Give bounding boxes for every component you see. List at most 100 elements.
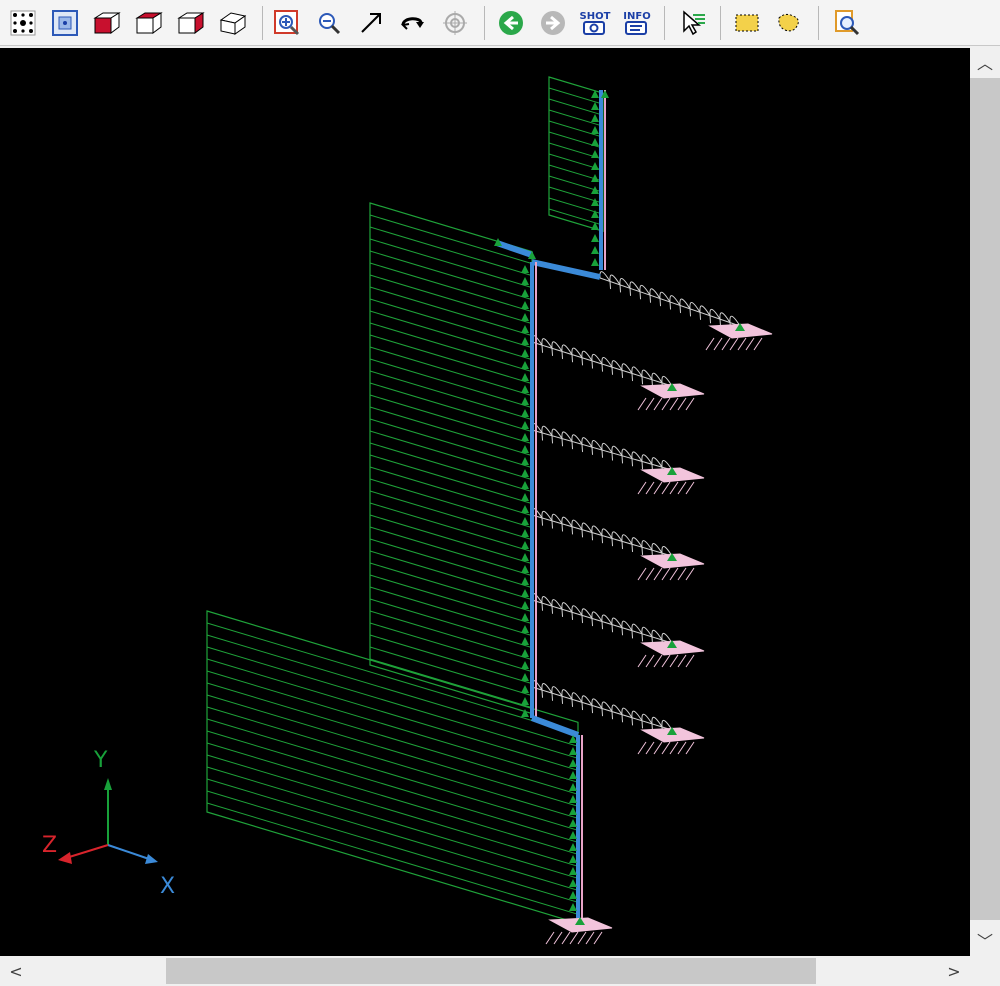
node-marker — [569, 879, 577, 887]
select-pointer-icon[interactable] — [676, 6, 710, 40]
load-hatch-line — [369, 466, 533, 517]
support-hatch — [637, 654, 647, 668]
load-hatch-line — [369, 622, 533, 673]
node-marker — [521, 541, 529, 549]
axis-label-y: Y — [93, 748, 108, 773]
support-hatch — [713, 337, 723, 351]
support-hatch — [745, 337, 755, 351]
node-marker — [521, 433, 529, 441]
support-hatch — [661, 741, 671, 755]
support-hatch — [561, 931, 571, 945]
node-marker — [521, 517, 529, 525]
node-marker — [521, 589, 529, 597]
horizontal-scroll-thumb[interactable] — [166, 958, 816, 984]
load-hatch-diagram — [206, 76, 604, 925]
load-hatch-line — [206, 802, 579, 915]
node-marker — [521, 673, 529, 681]
load-hatch-line — [369, 226, 533, 277]
model-viewport[interactable]: Y X Z — [0, 48, 970, 956]
node-markers — [494, 90, 609, 911]
horizontal-scrollbar[interactable]: < > — [0, 956, 970, 986]
shot-icon[interactable]: SHOT — [578, 6, 612, 40]
select-lasso-icon[interactable] — [772, 6, 806, 40]
node-marker — [521, 649, 529, 657]
frame-members — [496, 90, 606, 918]
node-marker — [569, 795, 577, 803]
load-hatch-line — [369, 502, 533, 553]
view-top-icon[interactable] — [132, 6, 166, 40]
support-hatch — [653, 654, 663, 668]
load-hatch-line — [369, 346, 533, 397]
load-hatch-line — [369, 286, 533, 337]
info-label: INFO — [623, 11, 650, 22]
node-marker — [521, 301, 529, 309]
node-marker — [521, 397, 529, 405]
node-marker — [521, 481, 529, 489]
structural-model-canvas[interactable]: Y X Z — [0, 48, 970, 956]
support-hatch — [685, 741, 695, 755]
node-marker — [591, 258, 599, 266]
node-marker — [569, 831, 577, 839]
zoom-window-icon[interactable] — [270, 6, 304, 40]
view-iso-icon[interactable] — [216, 6, 250, 40]
load-hatch-line — [206, 766, 579, 879]
load-hatch-line — [206, 694, 579, 807]
support-hatch — [753, 337, 763, 351]
toolbar: SHOT INFO — [0, 0, 1000, 46]
node-marker — [521, 553, 529, 561]
spring-axis — [531, 514, 673, 557]
node-marker — [521, 385, 529, 393]
support-hatch — [653, 397, 663, 411]
info-icon[interactable]: INFO — [620, 6, 654, 40]
node-marker — [521, 421, 529, 429]
rotate-icon[interactable] — [396, 6, 430, 40]
scroll-down-arrow-icon[interactable]: ﹀ — [970, 926, 1000, 954]
load-hatch-line — [369, 382, 533, 433]
support-hatch — [653, 481, 663, 495]
pan-arrow-icon[interactable] — [354, 6, 388, 40]
support-hatch — [593, 931, 603, 945]
node-marker — [569, 903, 577, 911]
vertical-scrollbar[interactable]: ︿ ﹀ — [970, 46, 1000, 956]
support-hatch — [645, 397, 655, 411]
node-marker — [521, 289, 529, 297]
node-marker — [591, 138, 599, 146]
node-marker — [569, 867, 577, 875]
node-marker — [591, 102, 599, 110]
find-search-icon[interactable] — [830, 6, 864, 40]
scroll-up-arrow-icon[interactable]: ︿ — [970, 48, 1000, 76]
shot-label: SHOT — [580, 11, 611, 22]
snap-points-icon[interactable] — [6, 6, 40, 40]
scroll-right-arrow-icon[interactable]: > — [940, 956, 968, 986]
toolbar-separator — [664, 6, 665, 40]
load-hatch-line — [369, 610, 533, 661]
select-grid-icon[interactable] — [48, 6, 82, 40]
scroll-left-arrow-icon[interactable]: < — [2, 956, 30, 986]
forward-gray-icon[interactable] — [536, 6, 570, 40]
spring-axis — [531, 429, 673, 471]
center-target-icon[interactable] — [438, 6, 472, 40]
support-hatch — [637, 741, 647, 755]
vertical-scroll-thumb[interactable] — [970, 78, 1000, 920]
view-side-icon[interactable] — [174, 6, 208, 40]
support-hatch — [653, 741, 663, 755]
select-box-icon[interactable] — [730, 6, 764, 40]
back-green-icon[interactable] — [494, 6, 528, 40]
support-hatch — [645, 741, 655, 755]
support-hatch — [721, 337, 731, 351]
view-front-icon[interactable] — [90, 6, 124, 40]
load-hatch-line — [206, 778, 579, 891]
node-marker — [569, 819, 577, 827]
load-hatch-line — [369, 454, 533, 505]
load-hatch-line — [369, 478, 533, 529]
node-marker — [521, 277, 529, 285]
support-hatch — [669, 397, 679, 411]
node-marker — [521, 697, 529, 705]
support-hatch — [677, 481, 687, 495]
load-hatch-line — [369, 598, 533, 649]
support-hatch — [661, 654, 671, 668]
node-marker — [521, 565, 529, 573]
node-marker — [569, 807, 577, 815]
support-hatch — [637, 397, 647, 411]
zoom-out-icon[interactable] — [312, 6, 346, 40]
